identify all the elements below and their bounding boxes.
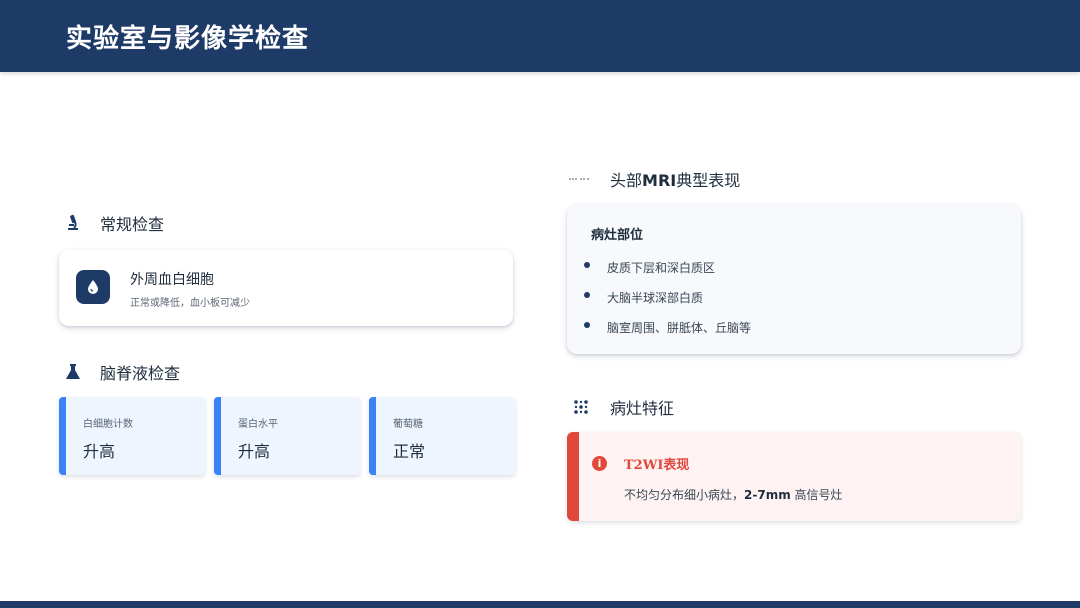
lesion-section-label: 病灶特征 xyxy=(610,399,675,418)
csf-value: 升高 xyxy=(83,442,116,461)
lesion-location-title: 病灶部位 xyxy=(591,228,644,243)
bullet-dot xyxy=(584,322,590,328)
csf-section-title: 脑脊液检查 xyxy=(64,360,180,384)
wbc-card-desc: 正常或降低，血小板可减少 xyxy=(130,298,250,309)
header-bar: 实验室与影像学检查 xyxy=(0,0,1080,72)
microscope-icon xyxy=(64,214,82,232)
lesion-location-card: 病灶部位 皮质下层和深白质区 大脑半球深部白质 脑室周围、胼胝体、丘脑等 xyxy=(567,205,1021,354)
bullet-dot xyxy=(584,292,590,298)
footer-bar xyxy=(0,601,1080,608)
wbc-card-title: 外周血白细胞 xyxy=(130,272,214,288)
lesion-location-item: 大脑半球深部白质 xyxy=(607,291,704,305)
csf-label: 蛋白水平 xyxy=(238,419,278,430)
flask-icon xyxy=(64,363,82,381)
lesion-location-item: 脑室周围、胼胝体、丘脑等 xyxy=(607,321,752,335)
csf-card-glucose: 葡萄糖 正常 xyxy=(369,397,515,475)
lesion-section-title: 病灶特征 xyxy=(572,395,674,419)
lesion-location-item: 皮质下层和深白质区 xyxy=(607,261,716,275)
csf-section-label: 脑脊液检查 xyxy=(100,364,181,383)
csf-value: 升高 xyxy=(238,442,271,461)
csf-value: 正常 xyxy=(393,442,426,461)
page-title: 实验室与影像学检查 xyxy=(66,24,310,54)
wbc-card: 外周血白细胞 正常或降低，血小板可减少 xyxy=(59,250,513,326)
dots-grid-icon xyxy=(572,398,590,416)
mri-section-title: 头部MRI典型表现 xyxy=(568,167,740,191)
brain-scan-icon xyxy=(568,170,592,188)
mri-section-label: 头部MRI典型表现 xyxy=(610,171,741,190)
routine-section-title: 常规检查 xyxy=(64,211,164,235)
csf-card-wbc: 白细胞计数 升高 xyxy=(59,397,205,475)
t2wi-desc: 不均匀分布细小病灶，2-7mm 高信号灶 xyxy=(624,488,843,502)
routine-section-label: 常规检查 xyxy=(100,215,165,234)
t2wi-title: T2WI表现 xyxy=(624,458,690,473)
drop-icon xyxy=(76,270,110,304)
csf-card-protein: 蛋白水平 升高 xyxy=(214,397,360,475)
info-icon: i xyxy=(592,456,607,471)
t2wi-card: i T2WI表现 不均匀分布细小病灶，2-7mm 高信号灶 xyxy=(567,432,1021,521)
csf-label: 葡萄糖 xyxy=(393,419,423,430)
bullet-dot xyxy=(584,262,590,268)
csf-label: 白细胞计数 xyxy=(83,419,133,430)
